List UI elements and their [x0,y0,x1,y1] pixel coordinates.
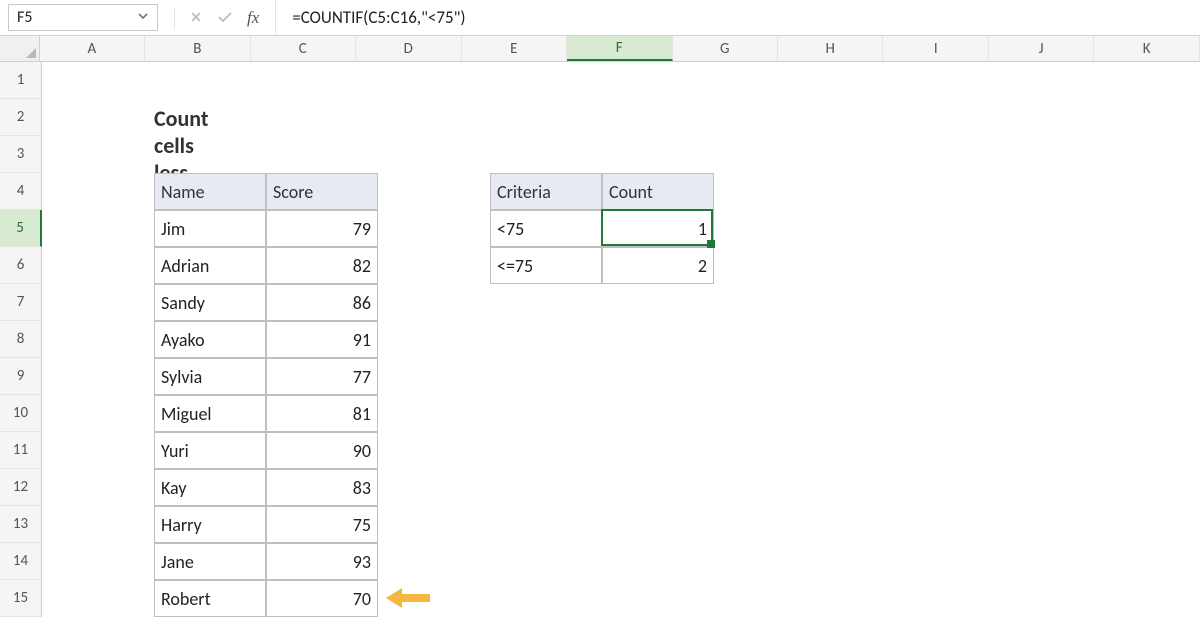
table2-criteria-0[interactable]: <75 [490,210,602,247]
table1-score-0[interactable]: 79 [266,210,378,247]
table1-name-0[interactable]: Jim [154,210,266,247]
table2-count-1[interactable]: 2 [602,247,714,284]
row-header-4[interactable]: 4 [0,173,42,210]
table1-name-6[interactable]: Yuri [154,432,266,469]
row-header-13[interactable]: 13 [0,506,42,543]
column-headers: ABCDEFGHIJK [0,36,1200,62]
row-header-1[interactable]: 1 [0,62,42,99]
table1-score-10[interactable]: 70 [266,580,378,617]
table1-name-4[interactable]: Sylvia [154,358,266,395]
table1-score-5[interactable]: 81 [266,395,378,432]
table1-score-4[interactable]: 77 [266,358,378,395]
table1-score-9[interactable]: 93 [266,543,378,580]
formula-input[interactable]: =COUNTIF(C5:C16,"<75") [276,0,1200,35]
col-header-C[interactable]: C [251,36,356,61]
row-header-12[interactable]: 12 [0,469,42,506]
table1-header-score[interactable]: Score [266,173,378,210]
divider [174,7,175,29]
col-header-F[interactable]: F [567,36,672,61]
table1-name-3[interactable]: Ayako [154,321,266,358]
table2-header-count[interactable]: Count [602,173,714,210]
row-header-8[interactable]: 8 [0,321,42,358]
col-header-B[interactable]: B [145,36,250,61]
row-header-9[interactable]: 9 [0,358,42,395]
table1-name-8[interactable]: Harry [154,506,266,543]
table2-criteria-1[interactable]: <=75 [490,247,602,284]
table1-name-9[interactable]: Jane [154,543,266,580]
fx-icon[interactable]: fx [247,8,259,28]
formula-text: =COUNTIF(C5:C16,"<75") [292,7,465,28]
col-header-I[interactable]: I [883,36,988,61]
col-header-D[interactable]: D [356,36,461,61]
col-header-E[interactable]: E [462,36,567,61]
table1-score-1[interactable]: 82 [266,247,378,284]
chevron-down-icon[interactable] [137,8,149,27]
table1-name-5[interactable]: Miguel [154,395,266,432]
row-header-14[interactable]: 14 [0,543,42,580]
table1-header-name[interactable]: Name [154,173,266,210]
col-header-G[interactable]: G [673,36,778,61]
table1-score-2[interactable]: 86 [266,284,378,321]
name-box-value: F5 [17,8,32,27]
row-header-7[interactable]: 7 [0,284,42,321]
row-header-15[interactable]: 15 [0,580,42,617]
enter-icon[interactable] [217,7,233,29]
col-header-K[interactable]: K [1094,36,1199,61]
row-header-10[interactable]: 10 [0,395,42,432]
row-header-5[interactable]: 5 [0,210,42,247]
col-header-J[interactable]: J [989,36,1094,61]
cancel-icon[interactable] [189,7,203,29]
row-header-11[interactable]: 11 [0,432,42,469]
table1-name-2[interactable]: Sandy [154,284,266,321]
name-box[interactable]: F5 [8,4,158,31]
table1-name-10[interactable]: Robert [154,580,266,617]
table2-count-0[interactable]: 1 [602,210,714,247]
table1-score-6[interactable]: 90 [266,432,378,469]
table2-header-criteria[interactable]: Criteria [490,173,602,210]
row-header-6[interactable]: 6 [0,247,42,284]
col-header-A[interactable]: A [40,36,145,61]
select-all-corner[interactable] [0,36,40,61]
row-header-2[interactable]: 2 [0,99,42,136]
col-header-H[interactable]: H [778,36,883,61]
formula-bar-controls: fx [158,0,276,35]
table1-name-1[interactable]: Adrian [154,247,266,284]
formula-bar: F5 fx =COUNTIF(C5:C16,"<75") [0,0,1200,36]
spreadsheet-grid[interactable]: ABCDEFGHIJK 123456789101112131415 Count … [0,36,1200,630]
table1-score-7[interactable]: 83 [266,469,378,506]
row-header-3[interactable]: 3 [0,136,42,173]
table1-score-3[interactable]: 91 [266,321,378,358]
table1-score-8[interactable]: 75 [266,506,378,543]
table1-name-7[interactable]: Kay [154,469,266,506]
arrow-left-icon [384,586,432,610]
